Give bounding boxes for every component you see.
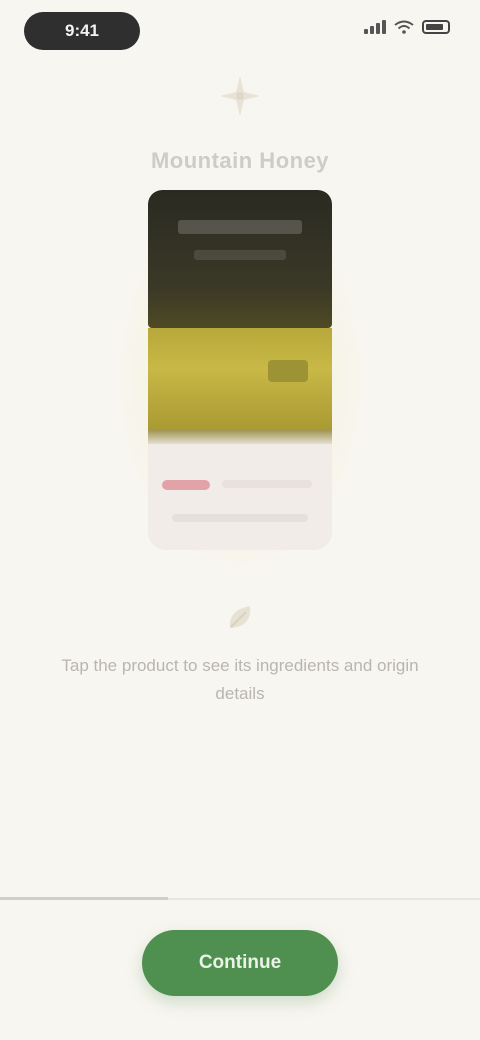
product-title: Mountain Honey — [150, 148, 330, 173]
app-screen: 9:41 Mountain Honey Tap the product to s… — [0, 0, 480, 1040]
band-mark — [268, 360, 308, 382]
status-time: 9:41 — [24, 12, 140, 50]
leaf-icon — [229, 606, 251, 628]
status-bar: 9:41 — [0, 0, 480, 62]
continue-button[interactable]: Continue — [142, 930, 338, 996]
jar-cap — [148, 190, 332, 328]
info-text: Tap the product to see its ingredients a… — [61, 656, 419, 703]
jar-band-shadow — [148, 430, 332, 444]
wifi-icon — [394, 20, 414, 34]
status-icons — [364, 20, 450, 34]
sparkle-icon — [220, 76, 260, 116]
cap-label — [178, 220, 302, 234]
honey-jar-image[interactable] — [148, 190, 332, 550]
battery-icon — [422, 20, 450, 34]
label-line — [172, 514, 308, 522]
jar-label — [148, 444, 332, 550]
progress-indicator — [0, 897, 168, 900]
signal-icon — [364, 20, 386, 34]
label-accent — [162, 480, 210, 490]
jar-band — [148, 328, 332, 430]
cap-label-secondary — [194, 250, 286, 260]
label-line — [222, 480, 312, 488]
